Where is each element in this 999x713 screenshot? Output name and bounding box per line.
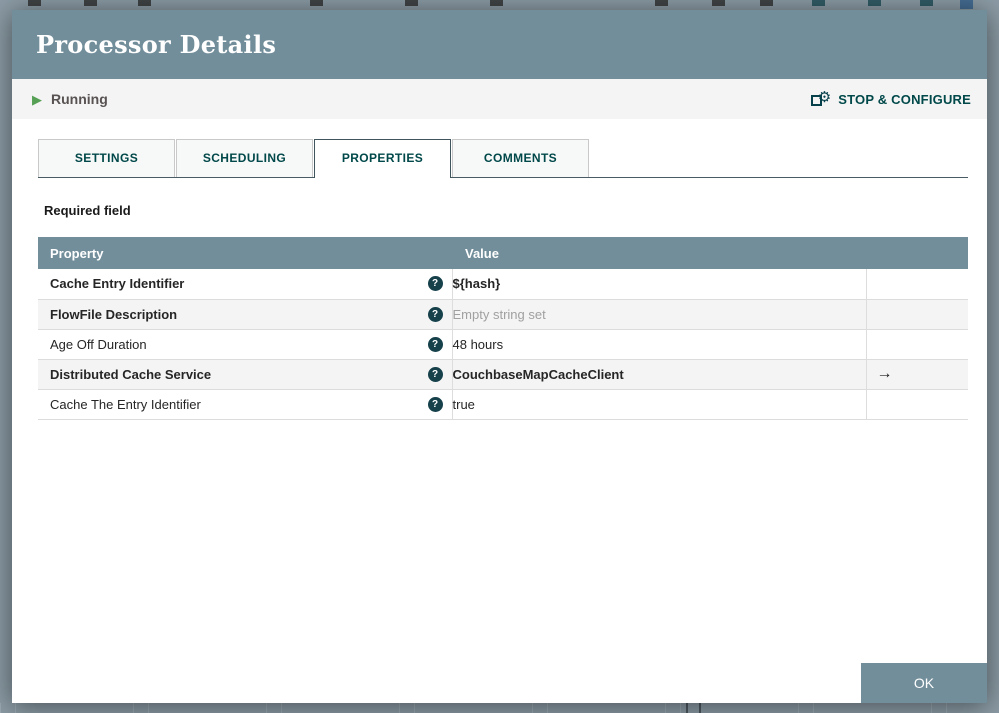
clipped-toolbar-icon: [868, 0, 881, 6]
clipped-toolbar-icon: [812, 0, 825, 6]
property-name: Age Off Duration: [50, 336, 147, 352]
tab-settings[interactable]: SETTINGS: [38, 139, 175, 177]
property-name: Cache Entry Identifier: [50, 276, 185, 292]
help-icon[interactable]: ?: [427, 306, 443, 322]
clipped-toolbar-icon: [920, 0, 933, 6]
tab-scheduling[interactable]: SCHEDULING: [176, 139, 313, 177]
table-row: Age Off Duration ? 48 hours: [38, 329, 968, 360]
ok-button[interactable]: OK: [861, 663, 987, 703]
help-icon[interactable]: ?: [427, 396, 443, 412]
status-bar: ▶ Running ⚙ STOP & CONFIGURE: [12, 79, 987, 119]
help-icon[interactable]: ?: [427, 336, 443, 352]
table-row: FlowFile Description ? Empty string set: [38, 299, 968, 330]
canvas-gridline: [699, 703, 701, 713]
clipped-toolbar-icon: [405, 0, 418, 6]
clipped-toolbar-icon: [490, 0, 503, 6]
clipped-toolbar-icon: [760, 0, 773, 6]
status-label: Running: [51, 91, 108, 107]
property-name: Cache The Entry Identifier: [50, 396, 201, 412]
table-header-row: Property Value: [38, 237, 968, 269]
help-icon[interactable]: ?: [427, 276, 443, 292]
table-row: Distributed Cache Service ? CouchbaseMap…: [38, 359, 968, 390]
canvas-grid-strip: [0, 703, 999, 713]
table-row: Cache Entry Identifier ? ${hash}: [38, 269, 968, 300]
clipped-toolbar-icon: [960, 0, 973, 9]
go-to-service-icon[interactable]: →: [877, 365, 893, 382]
canvas-gridline: [686, 703, 688, 713]
value-column-header: Value: [452, 237, 866, 269]
property-name: FlowFile Description: [50, 306, 178, 322]
clipped-toolbar-icon: [655, 0, 668, 6]
property-column-header: Property: [38, 237, 452, 269]
dialog-content: SETTINGS SCHEDULING PROPERTIES COMMENTS …: [12, 139, 987, 420]
run-status: ▶ Running: [32, 91, 108, 107]
property-name: Distributed Cache Service: [50, 366, 212, 382]
table-row: Cache The Entry Identifier ? true: [38, 389, 968, 420]
clipped-toolbar-icon: [712, 0, 725, 6]
clipped-toolbar-icon: [28, 0, 41, 6]
properties-table: Property Value Cache Entry Identifier ? …: [38, 237, 968, 420]
tab-bar: SETTINGS SCHEDULING PROPERTIES COMMENTS: [38, 139, 968, 178]
property-value: CouchbaseMapCacheClient: [452, 359, 867, 390]
property-value: ${hash}: [452, 269, 867, 300]
clipped-toolbar-icon: [138, 0, 151, 6]
running-icon: ▶: [32, 91, 42, 107]
tab-properties[interactable]: PROPERTIES: [314, 139, 451, 178]
property-value: 48 hours: [452, 329, 867, 360]
property-value: Empty string set: [452, 299, 867, 330]
clipped-toolbar-icon: [84, 0, 97, 6]
processor-details-dialog: Processor Details ▶ Running ⚙ STOP & CON…: [12, 10, 987, 703]
stop-configure-label: STOP & CONFIGURE: [838, 91, 971, 107]
help-icon[interactable]: ?: [427, 366, 443, 382]
dialog-title: Processor Details: [36, 30, 277, 59]
tab-comments[interactable]: COMMENTS: [452, 139, 589, 177]
goto-column-header: [866, 237, 968, 269]
stop-and-configure-button[interactable]: ⚙ STOP & CONFIGURE: [811, 89, 971, 108]
clipped-toolbar-icon: [310, 0, 323, 6]
canvas-toolbar-clipped: [0, 0, 999, 10]
dialog-header: Processor Details: [12, 10, 987, 79]
property-value: true: [452, 389, 867, 420]
required-field-note: Required field: [44, 203, 131, 218]
stop-configure-icon: ⚙: [811, 89, 831, 108]
